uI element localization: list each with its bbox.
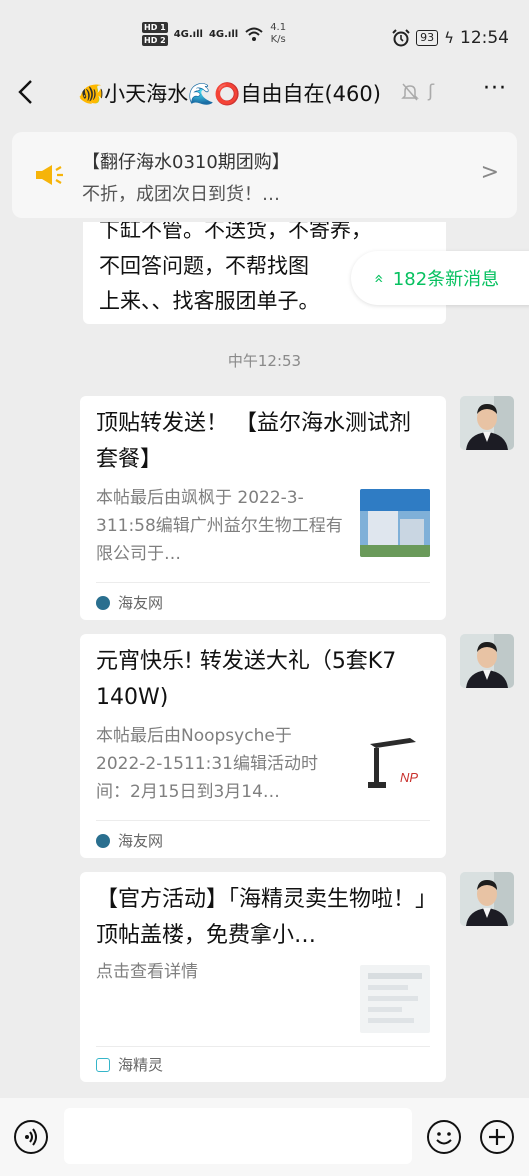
card-title: 顶贴转发送！ 【益尔海水测试剂套餐】	[96, 411, 411, 472]
double-chevron-up-icon: »	[368, 273, 388, 283]
card-description: 点击查看详情	[96, 962, 198, 982]
net-speed-unit: K/s	[270, 34, 286, 45]
emoji-icon[interactable]	[427, 1120, 461, 1154]
hd1-badge: HD 1	[142, 22, 168, 33]
net-speed-value: 4.1	[270, 22, 287, 33]
card-source: 海友网	[96, 592, 163, 613]
pinned-announcement[interactable]: 【翻仔海水0310期团购】 不折，成团次日到货！… >	[12, 132, 517, 218]
site-logo-icon	[96, 1057, 110, 1072]
wifi-icon	[245, 27, 263, 41]
divider	[96, 1046, 430, 1047]
signal-icon-2: 4G.ıll	[208, 28, 239, 40]
status-bar-left: HD 1 HD 2 4G.ıll 4G.ıll 4.1 K/s	[142, 22, 286, 46]
card-source-name: 海精灵	[118, 1056, 164, 1074]
divider	[96, 820, 430, 821]
link-card[interactable]: 【官方活动】「海精灵卖生物啦！」顶帖盖楼，免费拿小… 点击查看详情 海精灵	[80, 872, 446, 1082]
svg-text:NP: NP	[400, 770, 418, 785]
chat-title[interactable]: 🐠小天海水🌊⭕自由自在(460)	[78, 78, 381, 108]
signal-icon: 4G.ıll	[173, 28, 203, 40]
clock: 12:54	[460, 28, 509, 48]
message-timestamp: 中午12:53	[227, 352, 302, 370]
status-bar-right: 93 ϟ 12:54	[392, 28, 509, 48]
net-speed: 4.1 K/s	[270, 22, 286, 46]
message-line: 下缸不管。不送货，不寄养，	[99, 222, 372, 242]
card-title: 元宵快乐! 转发送大礼（5套K7 140W)	[96, 649, 397, 710]
avatar[interactable]	[460, 872, 514, 926]
card-description: 本帖最后由飒枫于 2022-3-311:58编辑广州益尔生物工程有限公司于…	[96, 488, 343, 564]
link-card[interactable]: 顶贴转发送！ 【益尔海水测试剂套餐】 本帖最后由飒枫于 2022-3-311:5…	[80, 396, 446, 620]
pinned-title: 【翻仔海水0310期团购】	[82, 152, 290, 173]
site-logo-icon	[96, 833, 110, 848]
card-thumbnail: NP	[360, 730, 430, 798]
card-source: 海精灵	[96, 1054, 163, 1075]
chat-header: 🐠小天海水🌊⭕自由自在(460) ʃ ···	[0, 62, 529, 124]
card-source: 海友网	[96, 830, 163, 851]
charging-icon: ϟ	[444, 29, 454, 47]
card-thumbnail	[360, 965, 430, 1033]
message-line: 不回答问题，不帮找图	[99, 254, 309, 278]
chevron-left-icon[interactable]	[16, 78, 40, 108]
ear-icon: ʃ	[428, 81, 435, 102]
card-source-name: 海友网	[118, 594, 164, 612]
bell-off-icon	[401, 83, 419, 101]
avatar[interactable]	[460, 396, 514, 450]
hd2-badge: HD 2	[142, 35, 168, 46]
more-dots-icon[interactable]: ···	[483, 76, 507, 101]
new-messages-button[interactable]: » 182条新消息	[351, 251, 529, 305]
card-thumbnail	[360, 489, 430, 557]
plus-icon[interactable]	[480, 1120, 514, 1154]
battery-indicator: 93	[416, 30, 439, 46]
alarm-icon	[392, 29, 410, 47]
pinned-subtitle: 不折，成团次日到货！…	[82, 184, 280, 205]
link-card[interactable]: 元宵快乐! 转发送大礼（5套K7 140W) 本帖最后由Noopsyche于 2…	[80, 634, 446, 858]
avatar[interactable]	[460, 634, 514, 688]
voice-icon[interactable]	[14, 1120, 48, 1154]
chevron-right-icon: >	[480, 160, 499, 185]
message-input[interactable]	[64, 1108, 412, 1164]
card-title: 【官方活动】「海精灵卖生物啦！」顶帖盖楼，免费拿小…	[96, 887, 427, 948]
divider	[96, 582, 430, 583]
card-description: 本帖最后由Noopsyche于 2022-2-1511:31编辑活动时间：2月1…	[96, 726, 318, 802]
message-line: 上来、、找客服团单子。	[99, 289, 320, 313]
card-source-name: 海友网	[118, 832, 164, 850]
new-messages-label: 182条新消息	[392, 269, 500, 290]
megaphone-icon	[36, 165, 63, 185]
input-bar	[0, 1098, 529, 1176]
status-bar: HD 1 HD 2 4G.ıll 4G.ıll 4.1 K/s 93 ϟ 12:…	[0, 0, 529, 62]
site-logo-icon	[96, 595, 110, 610]
